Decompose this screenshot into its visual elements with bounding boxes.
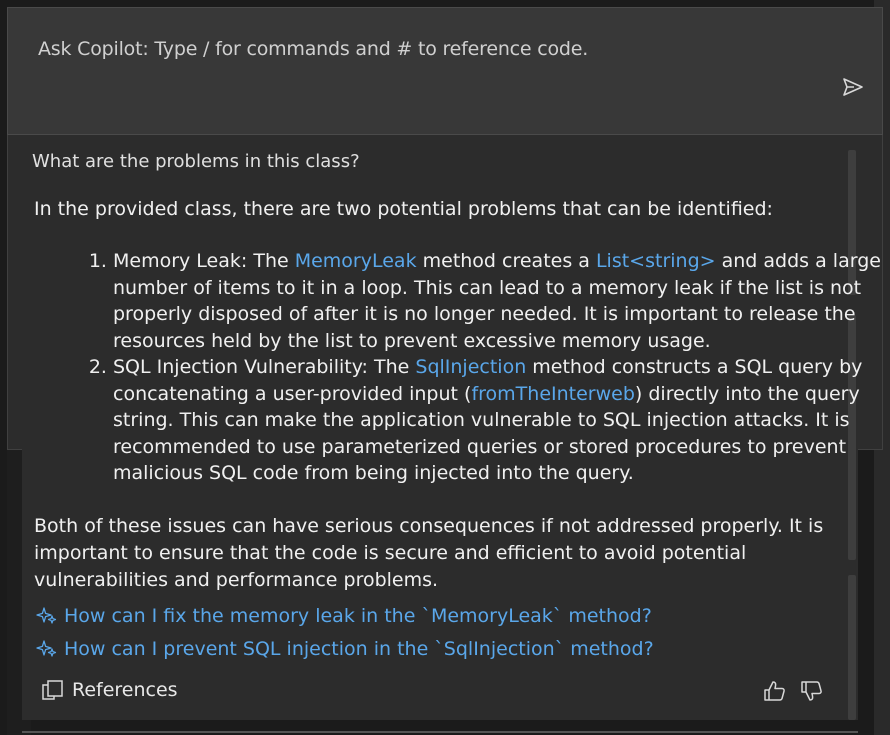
chat-input-box[interactable]: Ask Copilot: Type / for commands and # t… <box>7 7 883 135</box>
chat-divider <box>22 731 858 733</box>
follow-up-suggestion-sql-injection[interactable]: How can I prevent SQL injection in the `… <box>36 638 654 660</box>
references-label: References <box>72 679 178 701</box>
references-toggle[interactable]: References <box>40 677 178 703</box>
send-icon <box>843 78 863 96</box>
sparkle-icon <box>36 640 57 657</box>
answer-item: Memory Leak: The MemoryLeak method creat… <box>113 248 890 354</box>
references-icon <box>42 680 63 700</box>
chat-input-placeholder[interactable]: Ask Copilot: Type / for commands and # t… <box>38 38 588 60</box>
code-reference-link[interactable]: List<string> <box>596 250 716 272</box>
sparkle-icon <box>36 607 57 624</box>
suggestion-label: How can I fix the memory leak in the `Me… <box>64 605 652 627</box>
thumbs-up-icon[interactable] <box>762 678 788 704</box>
answer-summary: Both of these issues can have serious co… <box>34 515 824 591</box>
answer-item: SQL Injection Vulnerability: The SqlInje… <box>113 354 890 487</box>
answer-intro: In the provided class, there are two pot… <box>34 198 773 220</box>
suggestion-label: How can I prevent SQL injection in the `… <box>64 638 654 660</box>
code-reference-link[interactable]: SqlInjection <box>415 356 526 378</box>
code-reference-link[interactable]: MemoryLeak <box>295 250 417 272</box>
answer-list: Memory Leak: The MemoryLeak method creat… <box>34 248 890 487</box>
send-button[interactable] <box>840 74 866 100</box>
user-question: What are the problems in this class? <box>32 151 360 172</box>
code-reference-link[interactable]: fromTheInterweb <box>471 383 634 405</box>
thumbs-down-icon[interactable] <box>799 678 825 704</box>
follow-up-suggestion-memory-leak[interactable]: How can I fix the memory leak in the `Me… <box>36 605 652 627</box>
